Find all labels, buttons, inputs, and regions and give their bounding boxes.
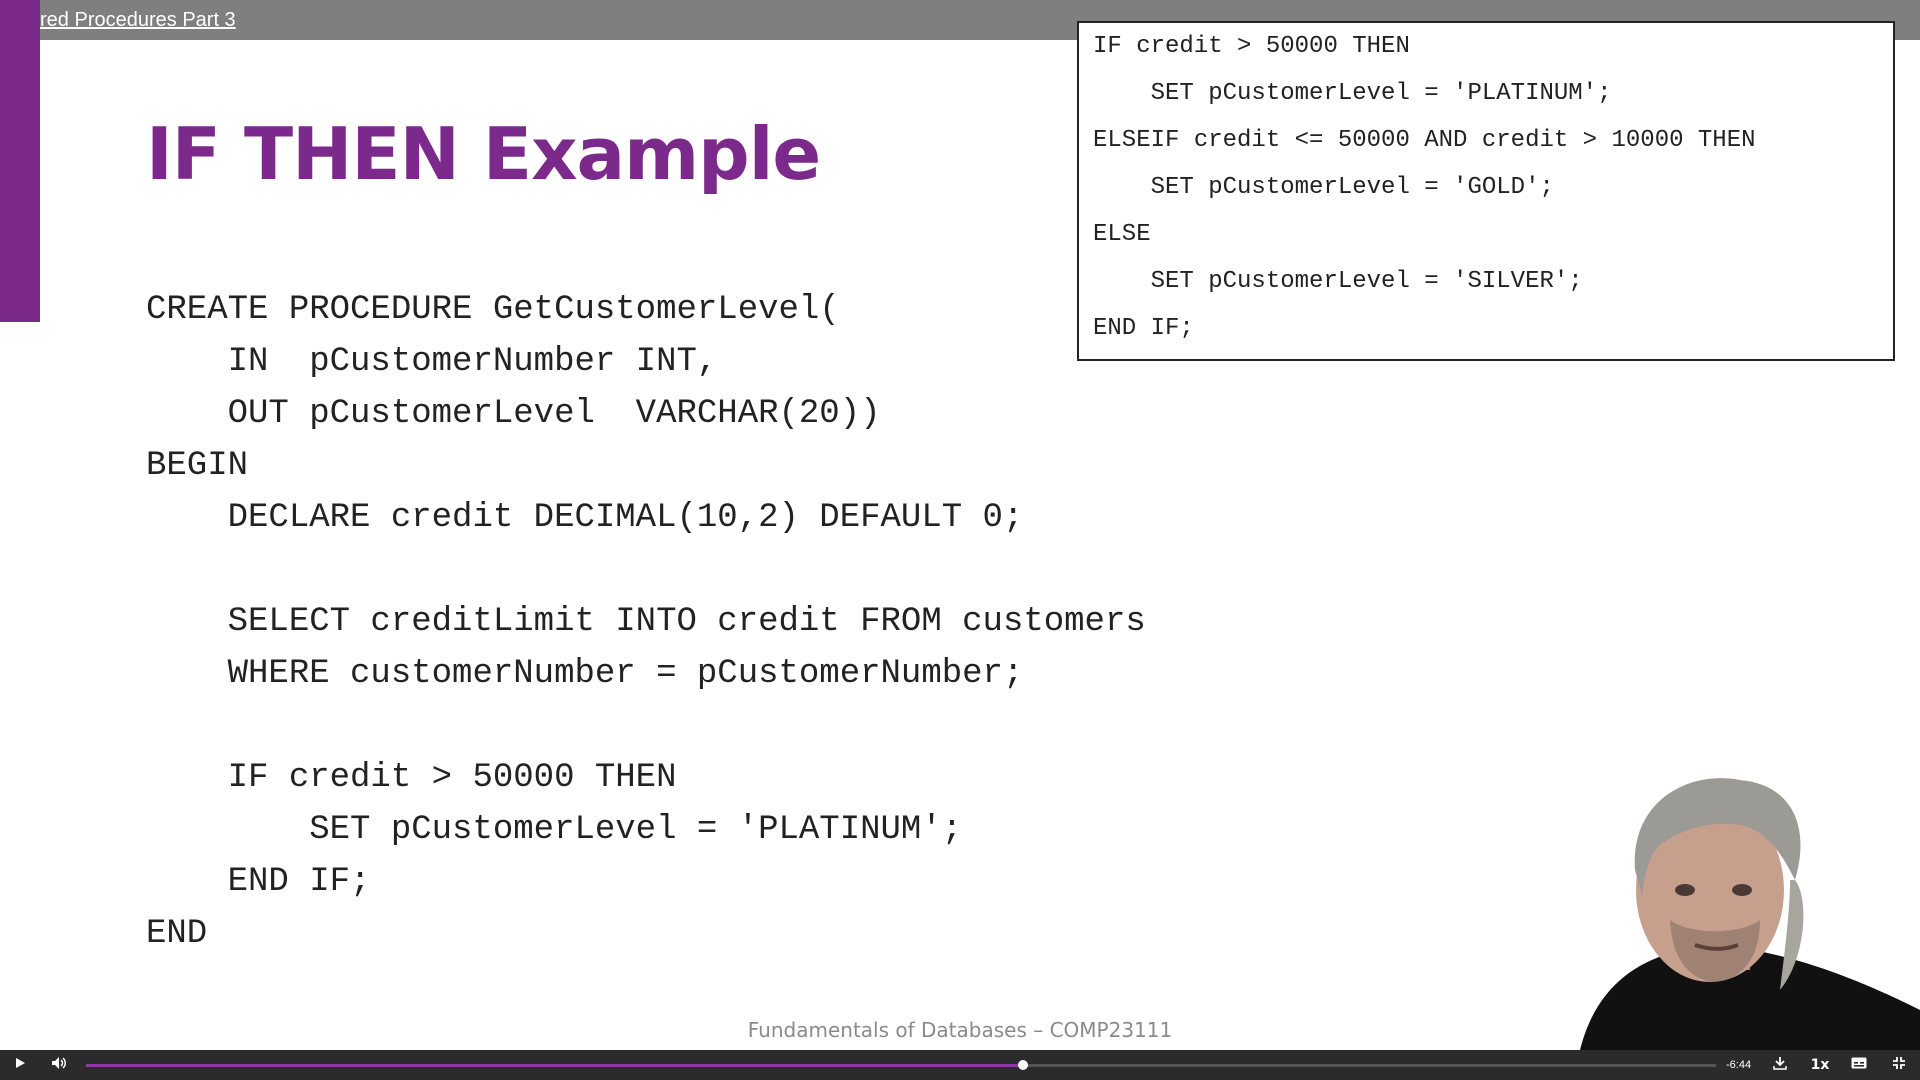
code-line: IN pCustomerNumber INT, (146, 343, 718, 381)
volume-icon (51, 1056, 67, 1074)
video-title-link[interactable]: Stored Procedures Part 3 (10, 9, 236, 32)
volume-button[interactable] (46, 1050, 72, 1080)
code-line: END (146, 915, 208, 953)
video-controls: -6:44 1x (0, 1050, 1920, 1080)
progress-knob[interactable] (1018, 1060, 1029, 1070)
code-line: SET pCustomerLevel = 'PLATINUM'; (146, 811, 963, 849)
code-line: CREATE PROCEDURE GetCustomerLevel( (146, 291, 840, 329)
play-icon (14, 1057, 26, 1073)
download-icon (1773, 1056, 1787, 1074)
popup-code-line: ELSEIF credit <= 50000 AND credit > 1000… (1093, 127, 1756, 154)
exit-fullscreen-icon (1892, 1056, 1906, 1074)
slide-accent-bar (0, 40, 40, 322)
presenter-webcam (1510, 760, 1920, 1050)
download-button[interactable] (1768, 1050, 1792, 1080)
popup-code-line: SET pCustomerLevel = 'SILVER'; (1093, 268, 1583, 295)
play-button[interactable] (8, 1050, 32, 1080)
code-popup-box: IF credit > 50000 THEN SET pCustomerLeve… (1077, 21, 1895, 361)
code-line: OUT pCustomerLevel VARCHAR(20)) (146, 395, 881, 433)
popup-code-line: SET pCustomerLevel = 'PLATINUM'; (1093, 80, 1612, 107)
captions-button[interactable] (1846, 1050, 1872, 1080)
time-remaining: -6:44 (1726, 1059, 1752, 1071)
exit-fullscreen-button[interactable] (1886, 1050, 1912, 1080)
slide-title: IF THEN Example (146, 112, 821, 196)
code-line: WHERE customerNumber = pCustomerNumber; (146, 655, 1024, 693)
progress-bar[interactable] (86, 1060, 1716, 1070)
popup-code-line: ELSE (1093, 221, 1151, 248)
presenter-image (1580, 778, 1920, 1050)
code-line: SELECT creditLimit INTO credit FROM cust… (146, 603, 1146, 641)
code-line: END IF; (146, 863, 371, 901)
progress-bar-fill (86, 1064, 1024, 1067)
popup-code-line: SET pCustomerLevel = 'GOLD'; (1093, 174, 1554, 201)
captions-icon (1851, 1057, 1867, 1073)
popup-code-line: END IF; (1093, 315, 1194, 342)
code-line: BEGIN (146, 447, 249, 485)
main-code-block: CREATE PROCEDURE GetCustomerLevel( IN pC… (146, 284, 1146, 960)
popup-code-line: IF credit > 50000 THEN (1093, 33, 1410, 60)
code-line: DECLARE credit DECIMAL(10,2) DEFAULT 0; (146, 499, 1024, 537)
code-line: IF credit > 50000 THEN (146, 759, 677, 797)
slide-accent-bar-top (0, 0, 40, 40)
playback-speed-button[interactable]: 1x (1806, 1050, 1834, 1080)
